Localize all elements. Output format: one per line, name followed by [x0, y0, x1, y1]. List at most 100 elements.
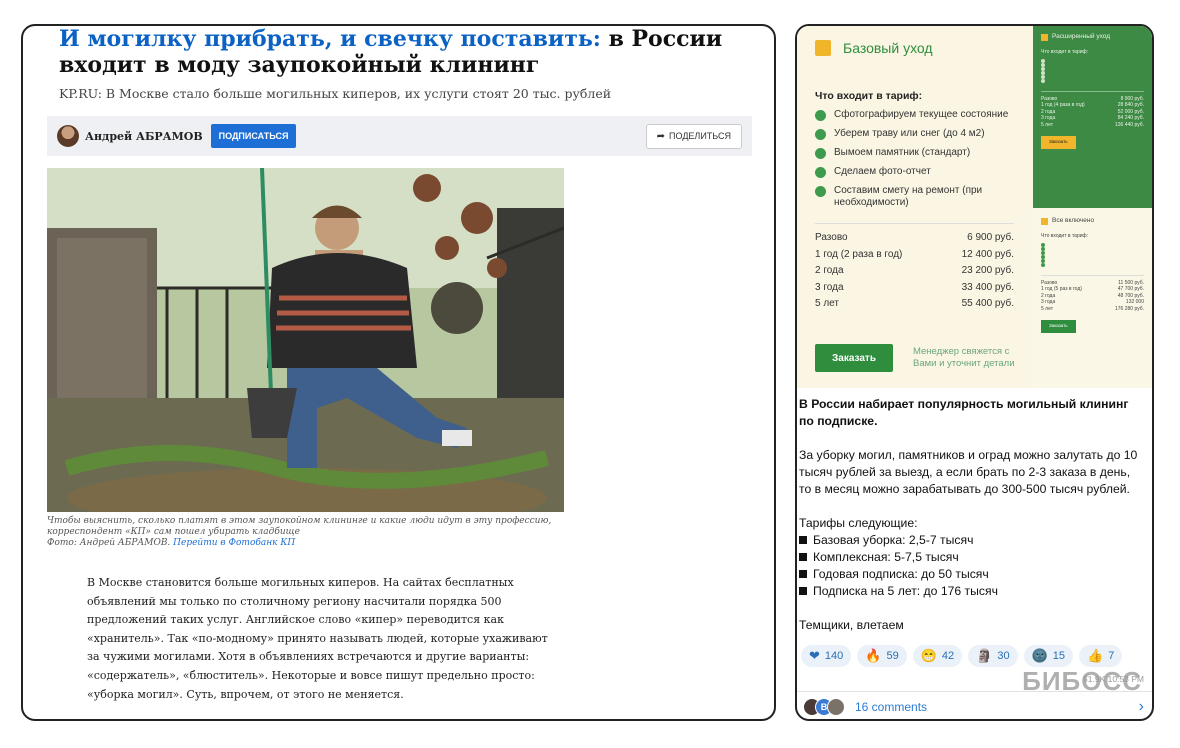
price-row: 2 года 23 200 руб.	[815, 263, 1014, 280]
price-row: 5 лет 136 440 руб.	[1041, 122, 1144, 129]
tier-base: Базовый уход Что входит в тариф: Сфотогр…	[797, 26, 1032, 388]
check-dot-icon	[1041, 262, 1045, 267]
post-headline: В России набирает популярность могильный…	[799, 397, 1129, 428]
price-value: 55 400 руб.	[961, 298, 1014, 309]
cemetery-photo-illustration	[47, 168, 564, 512]
reaction-count: 30	[997, 650, 1010, 662]
article-lead: KP.RU: В Москве стало больше могильных к…	[59, 86, 612, 101]
check-dot-icon	[815, 148, 826, 159]
author-name[interactable]: Андрей АБРАМОВ	[85, 130, 203, 143]
tariff-item: Базовая уборка: 2,5-7 тысяч	[799, 532, 1144, 549]
feature-text: Уберем траву или снег (до 4 м2)	[834, 128, 985, 139]
commenter-avatars: B	[803, 697, 845, 716]
tariff-item: Комплексная: 5-7,5 тысяч	[799, 549, 1144, 566]
order-button: Заказать	[1041, 136, 1076, 149]
reactions-bar: ❤ 140 🔥 59 😁 42 🗿 30 🌚 15 👍 7	[801, 645, 1123, 667]
tier-badge-icon	[1041, 34, 1048, 41]
body-line: «содержатель», «блюститель». Некоторые и…	[87, 668, 535, 682]
caption-photo-credit: Фото: Андрей АБРАМОВ.	[47, 538, 174, 548]
reaction-dark-moon[interactable]: 🌚 15	[1023, 645, 1074, 667]
price-value: 6 900 руб.	[967, 232, 1014, 243]
reaction-moai[interactable]: 🗿 30	[968, 645, 1018, 667]
reaction-thumbs-up[interactable]: 👍 7	[1079, 645, 1123, 667]
headline-link[interactable]: И могилку прибрать, и свечку поставить:	[59, 26, 601, 52]
author-bar: Андрей АБРАМОВ ПОДПИСАТЬСЯ ➦ ПОДЕЛИТЬСЯ	[47, 116, 752, 156]
grin-icon: 😁	[920, 648, 937, 663]
feature-item: Вымоем памятник (стандарт)	[815, 147, 1014, 159]
reaction-count: 42	[941, 650, 955, 662]
order-button: Заказать	[815, 344, 893, 372]
price-label: 5 лет	[1041, 305, 1053, 312]
article-photo[interactable]	[47, 168, 564, 512]
reaction-grin[interactable]: 😁 42	[912, 645, 963, 667]
chevron-right-icon[interactable]: ›	[1139, 698, 1144, 716]
price-label: 5 лет	[815, 298, 839, 309]
price-row: 1 год (2 раза в год) 12 400 руб.	[815, 247, 1014, 264]
post-paragraph: За уборку могил, памятников и оград можн…	[799, 448, 1138, 496]
reaction-fire[interactable]: 🔥 59	[857, 645, 907, 667]
tier-extended: Расширенный уход Что входит в тариф: Раз…	[1033, 26, 1152, 208]
photo-caption: Чтобы выяснить, сколько платят в этом за…	[47, 516, 567, 549]
mini-price-table: Разово 8 900 руб. 1 год (4 раза в год) 28 …	[1041, 90, 1144, 129]
tariff-item: Подписка на 5 лет: до 176 тысяч	[799, 583, 1144, 600]
check-dot-icon	[1041, 58, 1045, 63]
price-label: 3 года	[815, 281, 844, 293]
tier-base-title: Базовый уход	[815, 40, 1014, 56]
feature-text: Сфотографируем текущее состояние	[834, 109, 1009, 120]
check-dot-icon	[1041, 246, 1045, 251]
body-line: за чужими могилами. Хотя в объявлениях в…	[87, 650, 530, 664]
feature-item: Сделаем фото-отчет	[815, 166, 1014, 178]
caption-line-1: Чтобы выяснить, сколько платят в этом за…	[47, 516, 552, 526]
avatar	[827, 697, 845, 716]
heart-icon: ❤	[809, 648, 820, 663]
body-line: предложений таких услуг. Английское слов…	[87, 613, 504, 627]
body-line: «уборка могил». Суть, впрочем, от этого …	[87, 687, 404, 701]
comments-bar[interactable]: B 16 comments ›	[797, 691, 1152, 719]
manager-note: Менеджер свяжется с Вами и уточнит детал…	[913, 346, 1015, 369]
price-value: 23 200 руб.	[961, 265, 1014, 276]
subscribe-button[interactable]: ПОДПИСАТЬСЯ	[210, 124, 297, 148]
feature-item: Сфотографируем текущее состояние	[815, 109, 1014, 121]
tariff-text: Комплексная: 5-7,5 тысяч	[813, 550, 959, 564]
price-label: 1 год (2 раза в год)	[815, 248, 903, 260]
share-label: ПОДЕЛИТЬСЯ	[669, 131, 731, 141]
post-meta: 51.9K 10:53 PM	[1083, 674, 1144, 684]
included-label: Что входит в тариф:	[815, 90, 923, 102]
body-line: объявлений мы только по столичному регио…	[87, 594, 502, 608]
bullet-square-icon	[799, 536, 807, 544]
comments-link[interactable]: 16 comments	[855, 700, 927, 714]
body-line: В Москве становится больше могильных кип…	[87, 576, 514, 589]
author-avatar[interactable]	[57, 125, 79, 147]
price-label: 5 лет	[1041, 121, 1053, 128]
price-value: 12 400 руб.	[961, 248, 1014, 260]
body-line: «хранитель». Так «по-модному» принято на…	[87, 631, 548, 645]
tariff-item: Годовая подписка: до 50 тысяч	[799, 566, 1144, 583]
photobank-link[interactable]: Перейти в Фотобанк КП	[173, 538, 295, 548]
reaction-count: 15	[1052, 650, 1066, 662]
promo-image[interactable]: Базовый уход Что входит в тариф: Сфотогр…	[797, 26, 1152, 388]
check-dot-icon	[815, 129, 826, 140]
tier-all-name: Все включено	[1052, 217, 1095, 225]
bullet-square-icon	[799, 553, 807, 561]
fire-icon: 🔥	[865, 648, 882, 663]
price-label: 2 года	[815, 265, 844, 276]
moai-icon: 🗿	[976, 648, 993, 663]
feature-item: Уберем траву или снег (до 4 м2)	[815, 128, 1014, 140]
tier-extended-title: Расширенный уход	[1041, 34, 1144, 41]
included-label: Что входит в тариф:	[1041, 49, 1089, 55]
price-value: 176 280 руб.	[1115, 305, 1144, 312]
price-row: Разово 6 900 руб.	[815, 230, 1014, 247]
reaction-count: 7	[1108, 650, 1115, 662]
tier-base-name: Базовый уход	[843, 40, 933, 56]
article-card: И могилку прибрать, и свечку поставить: …	[21, 24, 776, 721]
feature-item	[1041, 262, 1144, 267]
share-button[interactable]: ➦ ПОДЕЛИТЬСЯ	[645, 123, 742, 149]
reaction-heart[interactable]: ❤ 140	[801, 645, 852, 667]
check-dot-icon	[815, 110, 826, 121]
article-headline: И могилку прибрать, и свечку поставить: …	[59, 26, 759, 78]
check-dot-icon	[1041, 254, 1045, 259]
check-dot-icon	[1041, 242, 1045, 247]
price-table: Разово 6 900 руб. 1 год (2 раза в год) 12 …	[815, 223, 1014, 313]
price-row: 3 года 33 400 руб.	[815, 280, 1014, 297]
reaction-count: 140	[824, 650, 844, 662]
